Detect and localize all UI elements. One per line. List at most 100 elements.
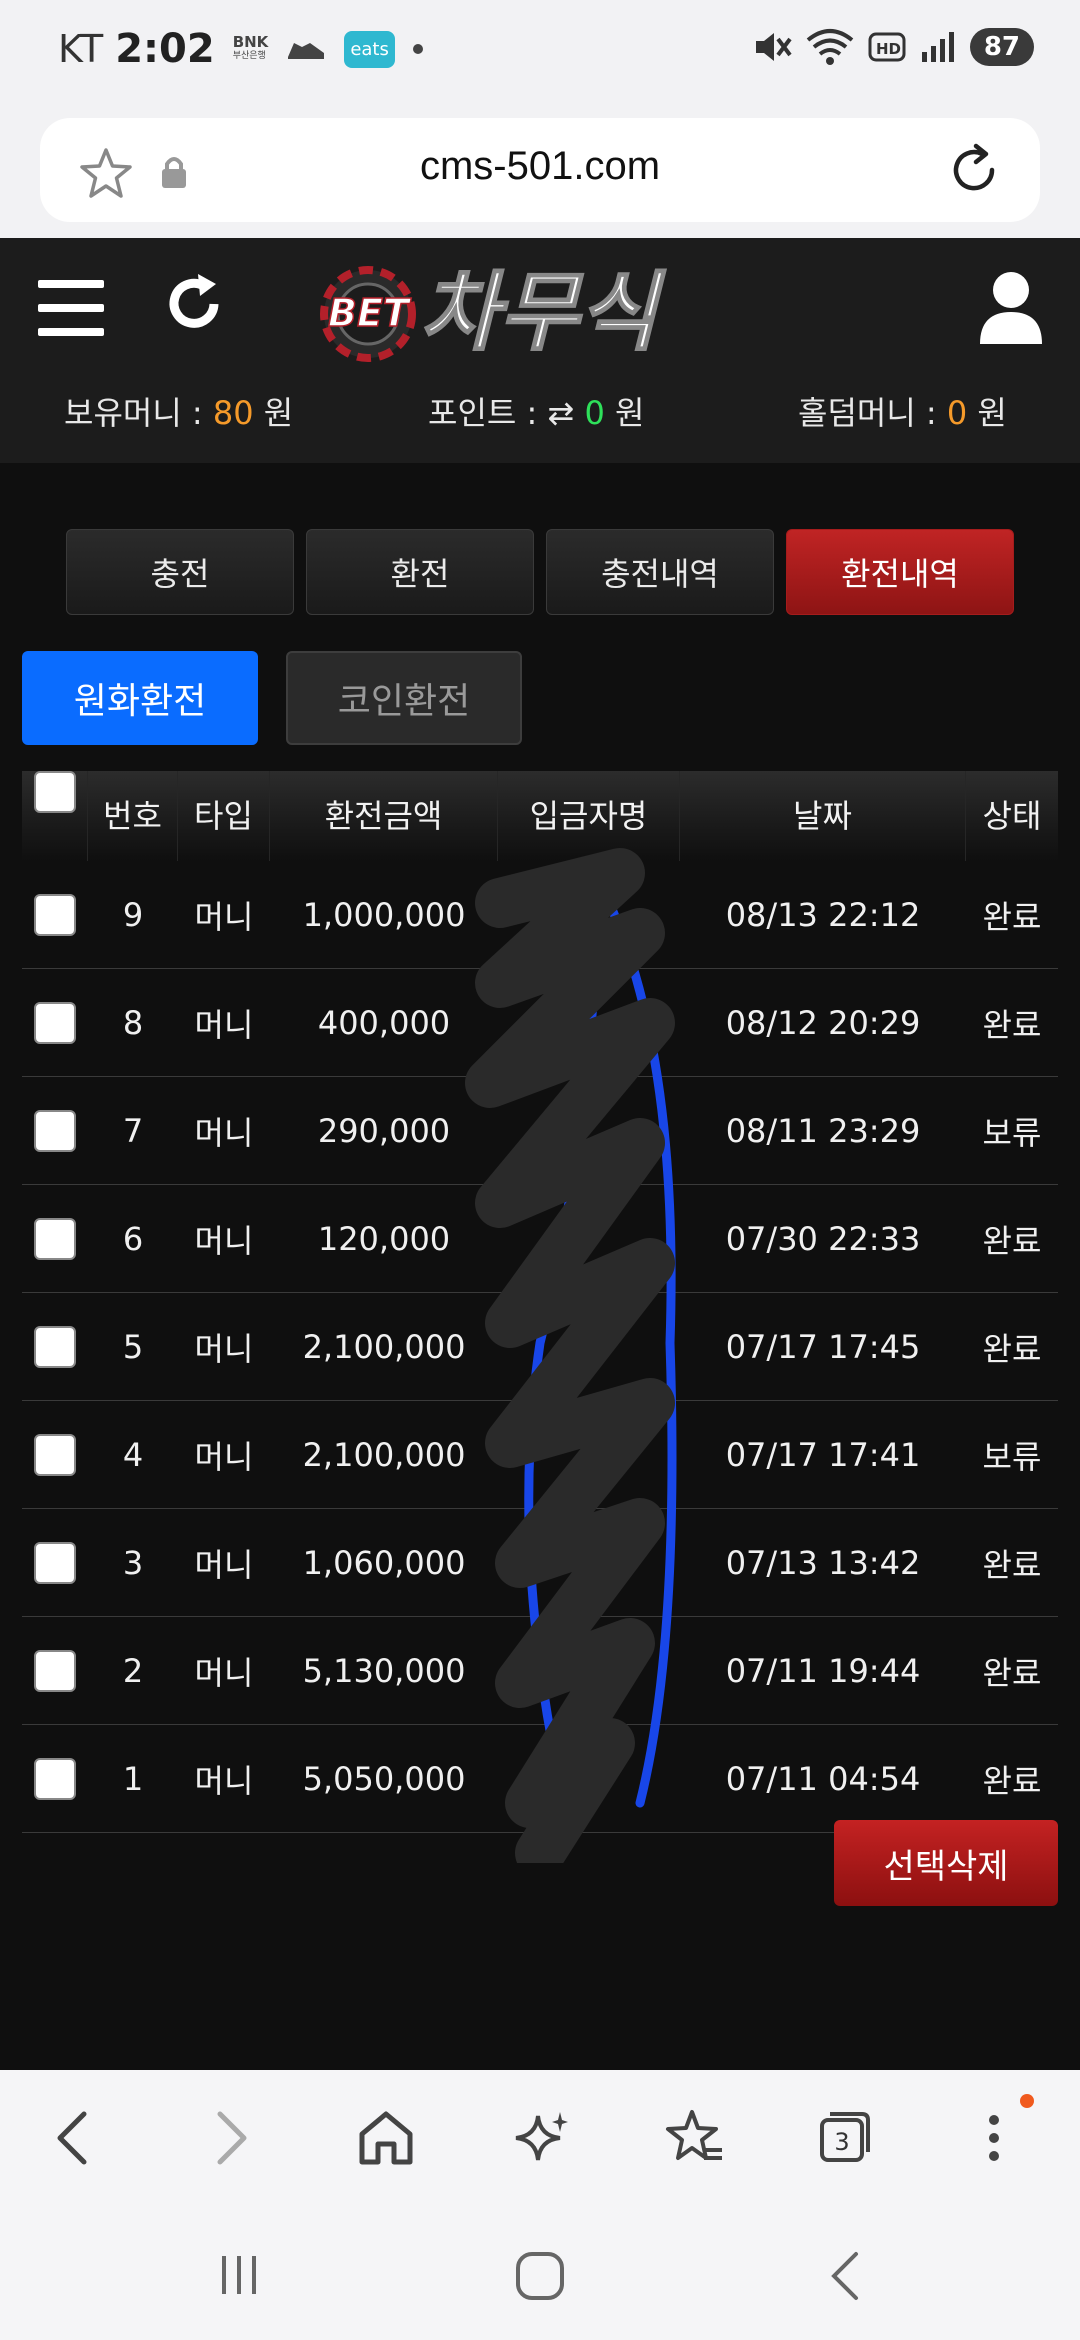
exchange-arrows-icon[interactable]: ⇄ [547, 394, 574, 432]
tab-withdraw-history[interactable]: 환전내역 [786, 529, 1014, 615]
row-number: 4 [122, 1435, 144, 1474]
system-nav-bar [0, 2210, 1080, 2340]
holdem-balance: 홀덤머니 : 0 원 [798, 388, 1007, 434]
user-icon[interactable] [978, 268, 1044, 346]
row-status: 완료 [982, 1221, 1042, 1260]
delete-selected-button[interactable]: 선택삭제 [834, 1820, 1058, 1906]
subtab-krw-withdraw[interactable]: 원화환전 [22, 651, 258, 745]
more-menu-icon[interactable] [984, 2108, 1004, 2168]
menu-icon[interactable] [38, 280, 104, 336]
logo-prefix: BET [328, 291, 412, 335]
row-status: 보류 [982, 1437, 1042, 1476]
row-status: 완료 [982, 897, 1042, 936]
row-checkbox[interactable] [34, 893, 76, 936]
row-number: 9 [122, 895, 144, 934]
row-type: 머니 [194, 1437, 254, 1476]
tab-withdraw[interactable]: 환전 [306, 529, 534, 615]
row-number: 3 [122, 1543, 144, 1582]
carrier-label: KT [58, 27, 104, 71]
holdem-balance-label: 홀덤머니 : [798, 394, 947, 432]
menu-notification-dot [1020, 2094, 1034, 2108]
row-date: 07/17 17:45 [725, 1327, 921, 1366]
svg-text:HD: HD [876, 40, 901, 58]
select-all-checkbox[interactable] [33, 771, 76, 813]
tab-count: 3 [834, 2128, 850, 2156]
clock: 2:02 [115, 26, 215, 72]
forward-icon[interactable] [212, 2108, 252, 2168]
header-type: 타입 [178, 771, 270, 861]
row-checkbox[interactable] [34, 1217, 76, 1260]
back-icon[interactable] [52, 2108, 92, 2168]
shoe-notification-icon [288, 43, 325, 59]
recent-apps-icon[interactable] [214, 2250, 264, 2300]
money-balance-value: 80 [212, 394, 254, 432]
tab-deposit[interactable]: 충전 [66, 529, 294, 615]
signal-icon [921, 32, 954, 62]
row-status: 완료 [982, 1653, 1042, 1692]
row-select-cell [22, 1217, 88, 1260]
tab-deposit-history[interactable]: 충전내역 [546, 529, 774, 615]
row-date: 08/12 20:29 [725, 1003, 921, 1042]
row-date: 08/13 22:12 [725, 895, 921, 934]
row-date: 07/17 17:41 [725, 1435, 921, 1474]
money-balance-label: 보유머니 : [64, 394, 213, 432]
row-type: 머니 [194, 897, 254, 936]
row-type: 머니 [194, 1329, 254, 1368]
eats-notification-icon: eats [344, 30, 395, 68]
row-checkbox[interactable] [34, 1433, 76, 1476]
refresh-icon[interactable] [162, 272, 226, 336]
point-balance-unit: 원 [604, 394, 645, 432]
more-notifications-dot [412, 44, 423, 54]
browser-address-area: cms-501.com [0, 110, 1080, 238]
row-select-cell [22, 1325, 88, 1368]
row-number: 8 [122, 1003, 144, 1042]
row-number: 5 [122, 1327, 144, 1366]
row-date: 07/11 19:44 [725, 1651, 921, 1690]
hd-icon: HD [868, 32, 906, 62]
row-checkbox[interactable] [34, 1325, 76, 1368]
row-type: 머니 [194, 1113, 254, 1152]
row-date: 08/11 23:29 [725, 1111, 921, 1150]
site-logo[interactable]: BET 차무식 [320, 252, 750, 364]
url-text[interactable]: cms-501.com [40, 144, 1040, 189]
home-icon[interactable] [356, 2108, 416, 2168]
withdraw-type-tabs: 원화환전 코인환전 [22, 651, 522, 745]
tabs-button[interactable]: 3 [818, 2108, 874, 2164]
battery-indicator: 87 [969, 28, 1034, 66]
money-balance-unit: 원 [253, 394, 294, 432]
status-bar: KT 2:02 BNK 부산은행 eats HD 87 [0, 0, 1080, 110]
browser-toolbar: 3 [0, 2070, 1080, 2210]
row-date: 07/13 13:42 [725, 1543, 921, 1582]
row-type: 머니 [194, 1761, 254, 1800]
wifi-icon [806, 29, 854, 65]
header-date: 날짜 [680, 771, 966, 861]
point-balance-label: 포인트 : [428, 394, 548, 432]
header-number: 번호 [88, 771, 178, 861]
row-checkbox[interactable] [34, 1541, 76, 1584]
row-checkbox[interactable] [34, 1109, 76, 1152]
redaction-scribble [465, 848, 677, 1863]
back-nav-icon[interactable] [826, 2250, 866, 2302]
reload-icon[interactable] [946, 142, 1002, 198]
address-bar[interactable]: cms-501.com [40, 118, 1040, 222]
row-checkbox[interactable] [34, 1649, 76, 1692]
row-checkbox[interactable] [34, 1757, 76, 1800]
bank-sublabel: 부산은행 [232, 51, 266, 61]
money-balance: 보유머니 : 80 원 [64, 388, 293, 434]
row-date: 07/30 22:33 [725, 1219, 921, 1258]
site-header: BET 차무식 보유머니 : 80 원 포인트 : ⇄ 0 원 홀덤머니 : 0… [0, 238, 1080, 463]
row-status: 완료 [982, 1545, 1042, 1584]
row-select-cell [22, 1433, 88, 1476]
row-select-cell [22, 1757, 88, 1800]
row-select-cell [22, 1541, 88, 1584]
row-number: 1 [122, 1759, 144, 1798]
logo-text: 차무식 [420, 263, 666, 362]
bookmarks-icon[interactable] [664, 2108, 724, 2168]
row-type: 머니 [194, 1005, 254, 1044]
main-content: 충전 환전 충전내역 환전내역 원화환전 코인환전 번호 타입 환전금액 입금자… [0, 463, 1080, 2070]
row-checkbox[interactable] [34, 1001, 76, 1044]
home-nav-icon[interactable] [514, 2250, 566, 2302]
balance-bar: 보유머니 : 80 원 포인트 : ⇄ 0 원 홀덤머니 : 0 원 [0, 388, 1080, 448]
subtab-coin-withdraw[interactable]: 코인환전 [286, 651, 522, 745]
ai-sparkle-icon[interactable] [512, 2108, 572, 2168]
